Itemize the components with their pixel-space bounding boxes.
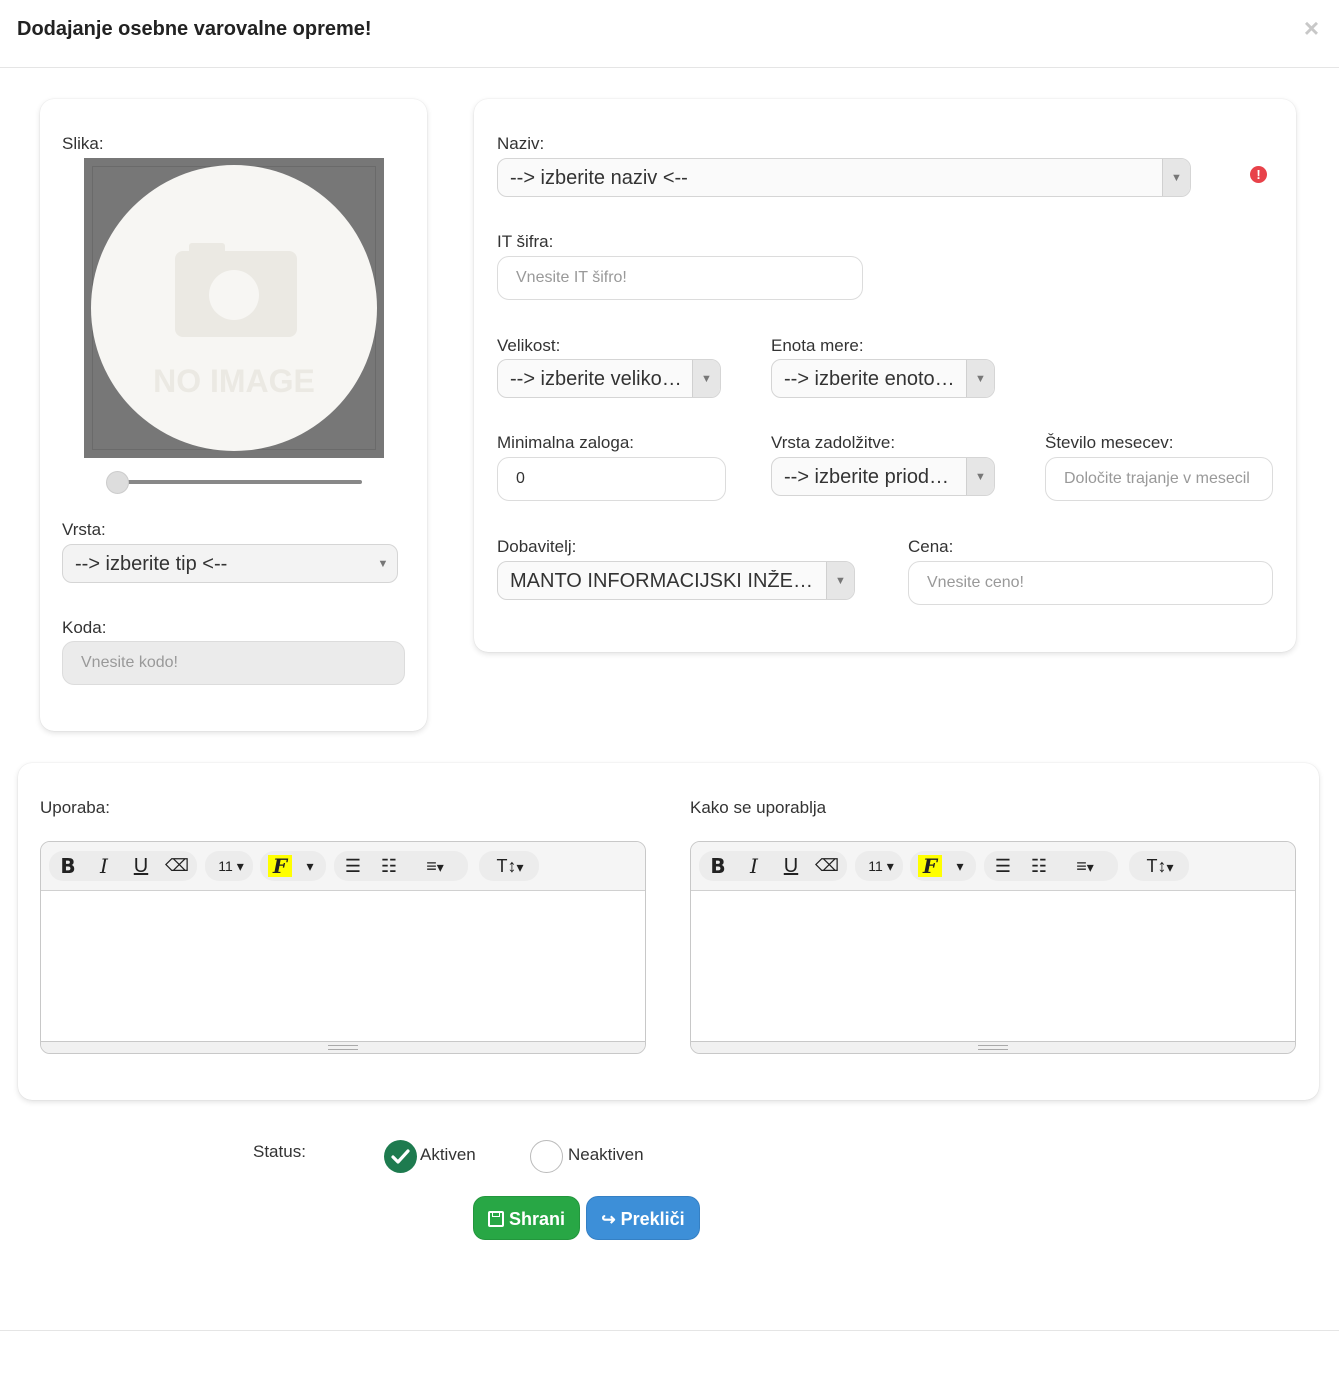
chevron-down-icon: ▼: [966, 458, 994, 495]
usage-editor: B I U ⌫ 11 ▾ F ▾ ☰ ☷ ≡▾ T↕▾: [40, 841, 646, 1054]
chevron-down-icon: ▼: [826, 562, 854, 599]
chevron-down-icon: ▼: [692, 360, 720, 397]
font-size-button[interactable]: 11 ▾: [861, 851, 901, 881]
underline-button[interactable]: U: [126, 851, 156, 881]
chevron-down-icon: ▼: [966, 360, 994, 397]
eraser-icon[interactable]: ⌫: [162, 851, 192, 881]
code-label: Koda:: [62, 618, 107, 637]
resize-handle[interactable]: [691, 1041, 1295, 1053]
status-label: Status:: [253, 1142, 306, 1161]
status-active-label[interactable]: Aktiven: [420, 1145, 476, 1165]
min-stock-input[interactable]: 0: [497, 457, 726, 501]
italic-button[interactable]: I: [739, 851, 769, 881]
cancel-button[interactable]: ↪ Prekliči: [586, 1196, 700, 1240]
error-icon: !: [1250, 166, 1267, 183]
usage-editor-body[interactable]: [41, 891, 645, 1042]
check-icon: [391, 1149, 410, 1164]
supplier-label: Dobavitelj:: [497, 537, 577, 556]
status-active-radio[interactable]: [384, 1140, 417, 1173]
status-inactive-label[interactable]: Neaktiven: [568, 1145, 644, 1165]
details-card: Naziv: --> izberite naziv <-- ▼ ! IT šif…: [474, 99, 1296, 652]
name-label: Naziv:: [497, 134, 545, 153]
image-label: Slika:: [62, 134, 104, 153]
editors-card: Uporaba: Kako se uporablja B I U ⌫ 11 ▾ …: [18, 763, 1319, 1100]
bold-button[interactable]: B: [703, 851, 733, 881]
it-code-label: IT šifra:: [497, 232, 554, 251]
ordered-list-icon[interactable]: ☷: [1024, 851, 1054, 881]
save-button[interactable]: Shrani: [473, 1196, 580, 1240]
modal-title: Dodajanje osebne varovalne opreme!: [17, 18, 372, 40]
type-label: Vrsta:: [62, 520, 106, 539]
no-image-placeholder: NO IMAGE: [91, 165, 377, 451]
howto-editor-body[interactable]: [691, 891, 1295, 1042]
align-icon[interactable]: ≡▾: [1060, 851, 1110, 881]
image-card: Slika: NO IMAGE Vrsta: --> izberite tip …: [40, 99, 427, 731]
status-inactive-radio[interactable]: [530, 1140, 563, 1173]
font-color-icon[interactable]: F: [918, 855, 942, 877]
zoom-slider[interactable]: [106, 470, 364, 494]
bold-button[interactable]: B: [53, 851, 83, 881]
floppy-disk-icon: [487, 1211, 504, 1227]
charge-type-label: Vrsta zadolžitve:: [771, 433, 896, 452]
ordered-list-icon[interactable]: ☷: [374, 851, 404, 881]
size-label: Velikost:: [497, 336, 561, 355]
usage-label: Uporaba:: [40, 798, 110, 817]
font-size-button[interactable]: 11 ▾: [211, 851, 251, 881]
size-select[interactable]: --> izberite veliko… ▼: [497, 359, 721, 398]
close-icon[interactable]: ×: [1304, 14, 1319, 42]
font-color-icon[interactable]: F: [268, 855, 292, 877]
supplier-select[interactable]: MANTO INFORMACIJSKI INŽE… ▼: [497, 561, 855, 600]
eraser-icon[interactable]: ⌫: [812, 851, 842, 881]
unit-label: Enota mere:: [771, 336, 864, 355]
months-input[interactable]: Določite trajanje v mesecil: [1045, 457, 1273, 501]
howto-editor-toolbar: B I U ⌫ 11 ▾ F ▾ ☰ ☷ ≡▾ T↕▾: [691, 842, 1295, 891]
charge-type-select[interactable]: --> izberite priod… ▼: [771, 457, 995, 496]
text-height-icon[interactable]: T↕▾: [1133, 851, 1187, 881]
zoom-slider-handle[interactable]: [106, 471, 129, 494]
modal-header: Dodajanje osebne varovalne opreme! ×: [0, 0, 1339, 68]
code-input[interactable]: Vnesite kodo!: [62, 641, 405, 685]
chevron-down-icon: ▼: [377, 558, 389, 570]
text-height-icon[interactable]: T↕▾: [483, 851, 537, 881]
chevron-down-icon[interactable]: ▾: [950, 851, 970, 881]
name-select[interactable]: --> izberite naziv <-- ▼: [497, 158, 1191, 197]
resize-handle[interactable]: [41, 1041, 645, 1053]
unordered-list-icon[interactable]: ☰: [338, 851, 368, 881]
chevron-down-icon: ▼: [1162, 159, 1190, 196]
type-select[interactable]: --> izberite tip <-- ▼: [62, 544, 398, 583]
modal-footer-divider: [0, 1330, 1339, 1331]
underline-button[interactable]: U: [776, 851, 806, 881]
price-label: Cena:: [908, 537, 954, 556]
camera-icon: [175, 243, 297, 337]
min-stock-label: Minimalna zaloga:: [497, 433, 635, 452]
align-icon[interactable]: ≡▾: [410, 851, 460, 881]
unordered-list-icon[interactable]: ☰: [988, 851, 1018, 881]
no-image-text: NO IMAGE: [153, 363, 315, 399]
chevron-down-icon[interactable]: ▾: [300, 851, 320, 881]
unit-select[interactable]: --> izberite enoto… ▼: [771, 359, 995, 398]
it-code-input[interactable]: Vnesite IT šifro!: [497, 256, 863, 300]
price-input[interactable]: Vnesite ceno!: [908, 561, 1273, 605]
howto-label: Kako se uporablja: [690, 798, 827, 817]
italic-button[interactable]: I: [89, 851, 119, 881]
howto-editor: B I U ⌫ 11 ▾ F ▾ ☰ ☷ ≡▾ T↕▾: [690, 841, 1296, 1054]
sign-out-icon: ↪: [601, 1210, 616, 1229]
months-label: Število mesecev:: [1045, 433, 1174, 452]
usage-editor-toolbar: B I U ⌫ 11 ▾ F ▾ ☰ ☷ ≡▾ T↕▾: [41, 842, 645, 891]
image-preview[interactable]: NO IMAGE: [84, 158, 384, 458]
